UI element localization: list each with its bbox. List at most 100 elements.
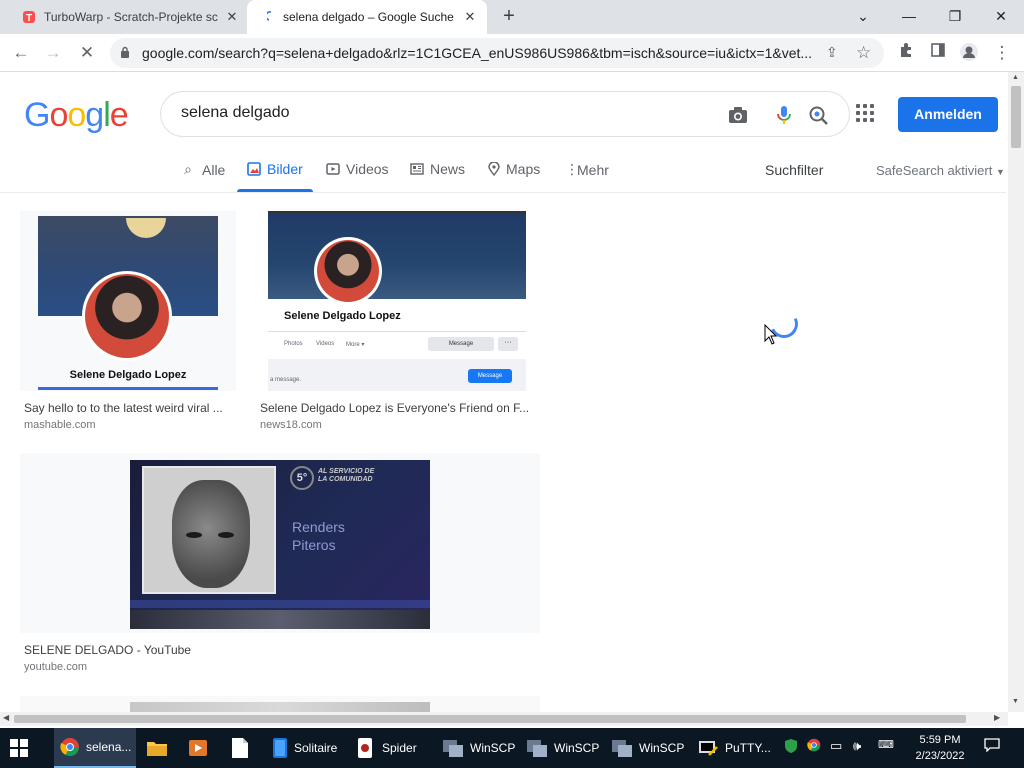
result-domain[interactable]: youtube.com xyxy=(24,661,87,673)
winscp-icon xyxy=(527,740,547,757)
result-thumbnail-4[interactable] xyxy=(20,696,540,712)
map-pin-icon xyxy=(488,162,500,176)
lens-search-icon[interactable] xyxy=(807,104,829,126)
tab-videos[interactable]: Videos xyxy=(326,161,389,177)
keyboard-icon[interactable]: ⌨ xyxy=(878,738,894,751)
avatar xyxy=(960,43,978,61)
badge-text: AL SERVICIO DE LA COMUNIDAD xyxy=(318,468,375,483)
microphone-icon[interactable] xyxy=(773,104,795,126)
new-tab-icon[interactable]: + xyxy=(499,6,519,27)
close-tab-icon[interactable]: ✕ xyxy=(224,9,240,25)
tab-title: selena delgado – Google Suche xyxy=(283,10,454,24)
google-logo[interactable]: Google xyxy=(24,96,129,135)
putty-icon xyxy=(699,741,718,756)
taskbar-notepad[interactable] xyxy=(231,728,249,768)
tab-search-chevron-icon[interactable]: ⌄ xyxy=(850,4,876,28)
clock-date: 2/23/2022 xyxy=(915,750,965,762)
image-caption-text: Selene Delgado Lopez xyxy=(69,369,187,381)
taskbar-winscp-2[interactable]: WinSCP xyxy=(526,728,599,768)
safesearch-dropdown[interactable]: SafeSearch aktiviert ▼ xyxy=(876,163,1005,178)
tab-images[interactable]: Bilder xyxy=(247,161,303,177)
result-thumbnail-1[interactable]: Selene Delgado Lopez xyxy=(20,211,236,391)
search-filter-button[interactable]: Suchfilter xyxy=(765,162,823,178)
scroll-down-icon[interactable]: ▼ xyxy=(1012,698,1019,705)
image-tab-photos: Photos xyxy=(284,341,303,347)
taskbar-media-player[interactable] xyxy=(188,728,208,768)
taskbar-spider[interactable]: Spider xyxy=(356,728,417,768)
google-apps-icon[interactable] xyxy=(856,104,876,124)
chrome-icon xyxy=(60,738,79,756)
browser-toolbar: ← → ✕ google.com/search?q=selena+delgado… xyxy=(0,34,1024,72)
taskbar-label: Solitaire xyxy=(294,741,338,755)
tray-chrome-icon[interactable] xyxy=(807,738,821,755)
profile-avatar-icon[interactable] xyxy=(958,42,980,64)
taskbar-chrome[interactable]: selena... xyxy=(54,728,136,768)
result-title[interactable]: Say hello to to the latest weird viral .… xyxy=(24,401,234,415)
sign-in-button[interactable]: Anmelden xyxy=(898,97,998,132)
image-tab-more: More ▾ xyxy=(346,342,365,348)
taskbar-file-explorer[interactable] xyxy=(146,728,168,768)
close-tab-icon[interactable]: ✕ xyxy=(462,9,478,25)
system-clock[interactable]: 5:59 PM 2/23/2022 xyxy=(905,732,975,764)
notification-center-icon[interactable] xyxy=(984,738,1000,755)
image-divider xyxy=(38,387,218,390)
video-icon xyxy=(326,163,340,175)
taskbar-label: selena... xyxy=(86,740,132,754)
scrollbar-thumb[interactable] xyxy=(14,715,966,723)
restore-icon[interactable]: ❐ xyxy=(942,4,968,28)
tab-images-label: Bilder xyxy=(267,161,303,177)
taskbar-winscp-1[interactable]: WinSCP xyxy=(442,728,515,768)
partial-image xyxy=(130,702,430,712)
menu-kebab-icon[interactable]: ⋮ xyxy=(991,42,1013,64)
volume-icon[interactable]: 🕪 xyxy=(853,738,861,754)
vertical-scrollbar[interactable]: ▲ ▼ xyxy=(1008,72,1024,712)
result-domain[interactable]: mashable.com xyxy=(24,419,96,431)
search-type-nav: ⌕ Alle Bilder Videos News Maps ⋮ Mehr Such… xyxy=(0,150,1006,193)
taskbar-solitaire[interactable]: Solitaire xyxy=(272,728,337,768)
taskbar-label: Spider xyxy=(382,741,417,755)
start-button[interactable] xyxy=(10,728,28,768)
stop-loading-icon[interactable]: ✕ xyxy=(76,42,98,64)
result-thumbnail-3[interactable]: 5° AL SERVICIO DE LA COMUNIDAD Renders P… xyxy=(20,453,540,633)
scroll-right-icon[interactable]: ▶ xyxy=(994,713,1000,722)
tab-google-search[interactable]: selena delgado – Google Suche ✕ xyxy=(247,0,487,34)
search-input[interactable] xyxy=(181,104,701,122)
address-bar[interactable]: google.com/search?q=selena+delgado&rlz=1… xyxy=(110,38,884,68)
windows-security-icon[interactable] xyxy=(784,738,798,757)
tab-videos-label: Videos xyxy=(346,161,389,177)
result-domain[interactable]: news18.com xyxy=(260,419,322,431)
share-icon[interactable]: ⇪ xyxy=(826,44,838,61)
bookmark-star-icon[interactable]: ☆ xyxy=(856,43,871,63)
taskbar-winscp-3[interactable]: WinSCP xyxy=(611,728,684,768)
extensions-icon[interactable] xyxy=(895,42,917,64)
tab-turbowarp[interactable]: T TurboWarp - Scratch-Projekte sc ✕ xyxy=(8,0,246,34)
result-title[interactable]: Selene Delgado Lopez is Everyone's Frien… xyxy=(260,401,530,415)
network-icon[interactable]: ▭ xyxy=(830,738,842,754)
shield-icon xyxy=(785,739,797,753)
scroll-left-icon[interactable]: ◀ xyxy=(3,713,9,722)
side-panel-icon[interactable] xyxy=(927,42,949,64)
moon-image xyxy=(126,218,166,238)
eye xyxy=(218,532,234,538)
taskbar-putty[interactable]: PuTTY... xyxy=(697,728,771,768)
minimize-icon[interactable]: — xyxy=(896,4,922,28)
back-icon[interactable]: ← xyxy=(10,42,32,64)
result-title[interactable]: SELENE DELGADO - YouTube xyxy=(24,643,324,657)
mouse-cursor-icon xyxy=(764,324,778,345)
forward-icon[interactable]: → xyxy=(42,42,64,64)
eye xyxy=(186,532,202,538)
result-thumbnail-2[interactable]: Selene Delgado Lopez Photos Videos More … xyxy=(268,211,526,391)
scroll-up-icon[interactable]: ▲ xyxy=(1012,74,1019,81)
clock-time: 5:59 PM xyxy=(919,734,961,746)
camera-search-icon[interactable] xyxy=(727,104,749,126)
scrollbar-thumb[interactable] xyxy=(1011,86,1021,148)
tab-more[interactable]: ⋮ Mehr xyxy=(565,161,609,178)
tab-all[interactable]: ⌕ Alle xyxy=(180,161,225,178)
tab-news[interactable]: News xyxy=(410,161,465,177)
horizontal-scrollbar[interactable]: ◀ ▶ xyxy=(0,712,1008,726)
tab-maps-label: Maps xyxy=(506,161,541,177)
taskbar-label: WinSCP xyxy=(554,741,600,755)
tab-news-label: News xyxy=(430,161,466,177)
tab-maps[interactable]: Maps xyxy=(488,161,540,177)
close-window-icon[interactable]: ✕ xyxy=(988,4,1014,28)
